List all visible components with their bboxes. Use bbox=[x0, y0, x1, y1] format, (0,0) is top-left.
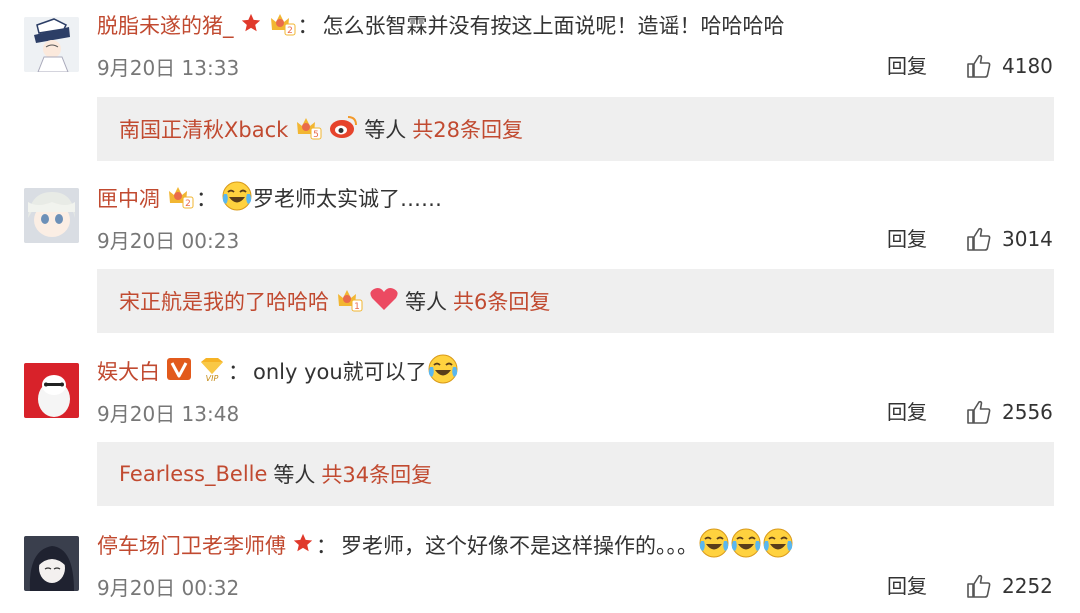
crown-badge-icon: 5 bbox=[294, 114, 322, 145]
crown-badge-icon: 2 bbox=[268, 10, 296, 41]
laugh-cry-emoji-icon bbox=[698, 527, 730, 564]
username-link[interactable]: 脱脂未遂的猪_ bbox=[97, 10, 234, 40]
reply-button[interactable]: 回复 bbox=[887, 51, 927, 81]
svg-text:2: 2 bbox=[287, 26, 293, 36]
like-count: 2556 bbox=[1002, 400, 1053, 424]
reply-button[interactable]: 回复 bbox=[887, 397, 927, 427]
crown-badge-icon: 2 bbox=[166, 183, 194, 214]
sub-replies-box[interactable]: Fearless_Belle 等人 共34条回复 bbox=[97, 442, 1054, 506]
comment-text: 怎么张智霖并没有按这上面说呢！造谣！哈哈哈哈 bbox=[322, 14, 785, 38]
comment-item: 娱大白 VIP ： only you就可以了 9月20日 13:48 回复 25… bbox=[0, 351, 1080, 516]
avatar[interactable] bbox=[24, 188, 79, 243]
comment-item: 匣中凋 2 ： 罗老师太实诚了…… 9月20日 00:23 回复 3014 宋正… bbox=[0, 178, 1080, 343]
like-count: 4180 bbox=[1002, 54, 1053, 78]
avatar[interactable] bbox=[24, 17, 79, 72]
svg-text:2: 2 bbox=[185, 199, 191, 209]
comment-time: 9月20日 00:32 bbox=[97, 575, 240, 600]
username-link[interactable]: 停车场门卫老李师傅 bbox=[97, 530, 286, 560]
sub-reply-etc: 等人 bbox=[364, 118, 407, 142]
v-verified-icon bbox=[166, 357, 192, 386]
sub-reply-count-link[interactable]: 共28条回复 bbox=[412, 114, 523, 144]
weibo-logo-icon bbox=[328, 114, 358, 145]
sub-reply-count-link[interactable]: 共6条回复 bbox=[453, 286, 550, 316]
like-button[interactable]: 2556 bbox=[966, 397, 1053, 427]
sub-reply-username[interactable]: Fearless_Belle bbox=[119, 462, 267, 486]
sub-reply-etc: 等人 bbox=[405, 290, 447, 314]
sub-replies-box[interactable]: 南国正清秋Xback 5 等人 共28条回复 bbox=[97, 97, 1054, 161]
colon-separator: ： bbox=[297, 14, 319, 38]
colon-separator: ： bbox=[196, 187, 217, 211]
laugh-cry-emoji-icon bbox=[427, 353, 459, 390]
star-icon bbox=[292, 532, 314, 559]
svg-text:5: 5 bbox=[313, 130, 319, 140]
avatar[interactable] bbox=[24, 363, 79, 418]
colon-separator: ： bbox=[228, 360, 249, 384]
sub-reply-etc: 等人 bbox=[273, 463, 316, 487]
sub-replies-box[interactable]: 宋正航是我的了哈哈哈 1 等人 共6条回复 bbox=[97, 269, 1054, 333]
thumbs-up-icon bbox=[967, 227, 991, 251]
comment-item: 脱脂未遂的猪_ 2 ： 怎么张智霖并没有按这上面说呢！造谣！哈哈哈哈 9月20日… bbox=[0, 5, 1080, 170]
comment-item: 停车场门卫老李师傅 ： 罗老师，这个好像不是这样操作的。。。 9月20日 00:… bbox=[0, 525, 1080, 613]
like-button[interactable]: 4180 bbox=[966, 51, 1053, 81]
sub-reply-count-link[interactable]: 共34条回复 bbox=[321, 459, 432, 489]
username-link[interactable]: 匣中凋 bbox=[97, 183, 160, 213]
thumbs-up-icon bbox=[967, 574, 991, 598]
star-icon bbox=[240, 12, 262, 39]
sub-reply-username[interactable]: 南国正清秋Xback bbox=[119, 114, 288, 144]
comment-time: 9月20日 13:33 bbox=[97, 55, 240, 80]
laugh-cry-emoji-icon bbox=[762, 527, 794, 564]
like-button[interactable]: 3014 bbox=[966, 224, 1053, 254]
colon-separator: ： bbox=[316, 534, 337, 558]
avatar[interactable] bbox=[24, 536, 79, 591]
heart-icon bbox=[369, 286, 399, 317]
sub-reply-username[interactable]: 宋正航是我的了哈哈哈 bbox=[119, 286, 329, 316]
svg-text:VIP: VIP bbox=[206, 374, 219, 382]
comment-text: only you就可以了 bbox=[253, 360, 427, 384]
like-button[interactable]: 2252 bbox=[966, 571, 1053, 601]
thumbs-up-icon bbox=[967, 400, 991, 424]
comment-time: 9月20日 00:23 bbox=[97, 228, 240, 253]
like-count: 3014 bbox=[1002, 227, 1053, 251]
svg-text:1: 1 bbox=[354, 302, 360, 312]
reply-button[interactable]: 回复 bbox=[887, 571, 927, 601]
laugh-cry-emoji-icon bbox=[730, 527, 762, 564]
crown-badge-icon: 1 bbox=[335, 286, 363, 317]
thumbs-up-icon bbox=[967, 54, 991, 78]
comment-time: 9月20日 13:48 bbox=[97, 401, 240, 426]
laugh-cry-emoji-icon bbox=[221, 180, 253, 217]
comment-text: 罗老师太实诚了…… bbox=[253, 187, 442, 211]
reply-button[interactable]: 回复 bbox=[887, 224, 927, 254]
like-count: 2252 bbox=[1002, 574, 1053, 598]
comment-text: 罗老师，这个好像不是这样操作的。。。 bbox=[341, 534, 698, 558]
vip-diamond-icon: VIP bbox=[198, 356, 226, 387]
username-link[interactable]: 娱大白 bbox=[97, 356, 160, 386]
